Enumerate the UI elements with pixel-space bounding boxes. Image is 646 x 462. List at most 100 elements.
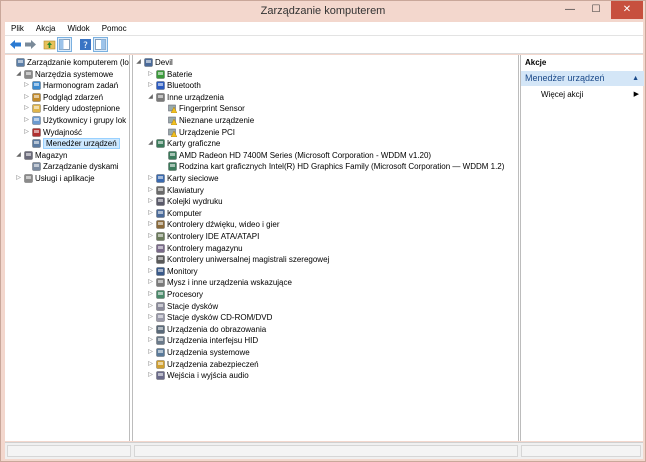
device-tree-pane[interactable]: ◢ Devil ▷ Baterie ▷ Bluetooth ◢ Inne urządzenia…	[132, 55, 519, 441]
folder-up-icon[interactable]	[43, 38, 56, 51]
performance-icon	[32, 127, 41, 137]
computer-management-icon	[16, 58, 25, 67]
more-actions-item[interactable]: Więcej akcji ▶	[521, 89, 644, 101]
tree-node-label: Urządzenia systemowe	[167, 348, 250, 357]
tree-node-label: Kontrolery magazynu	[167, 243, 243, 253]
disk-drive-icon	[156, 301, 165, 311]
expand-arrow-icon[interactable]: ▷	[23, 80, 30, 91]
expand-arrow-icon[interactable]: ▷	[147, 301, 154, 312]
sound-icon	[156, 220, 165, 230]
status-cell-right	[521, 445, 641, 457]
expand-arrow-icon[interactable]: ▷	[147, 312, 154, 323]
close-button[interactable]: ✕	[611, 1, 643, 19]
tree-node-label: Fingerprint Sensor	[179, 104, 245, 114]
warning-device-icon	[168, 128, 178, 137]
menu-action[interactable]: Akcja	[30, 22, 62, 35]
shared-folder-icon	[32, 104, 41, 114]
tree-node-label: Urządzenia do obrazowania	[167, 324, 267, 334]
navigation-tree-pane[interactable]: Zarządzanie komputerem (loka ◢ Narzędzia s…	[5, 55, 130, 441]
title-bar: Zarządzanie komputerem — ☐ ✕	[1, 1, 645, 22]
tree-node-label: Użytkownicy i grupy lok	[43, 116, 127, 125]
services-icon	[24, 174, 33, 183]
tree-node-label: Monitory	[167, 266, 198, 276]
tree-node-label: Kontrolery uniwersalnej magistrali szere…	[167, 255, 330, 265]
svg-text:?: ?	[83, 41, 88, 51]
tree-node-label: Stacje dysków	[167, 301, 219, 311]
expand-arrow-icon[interactable]: ▷	[147, 196, 154, 207]
expand-arrow-icon[interactable]: ▷	[15, 173, 22, 184]
event-viewer-icon	[32, 93, 41, 102]
expand-arrow-icon[interactable]: ▷	[147, 277, 154, 288]
collapse-caret-icon[interactable]: ▲	[632, 71, 639, 86]
expand-arrow-icon[interactable]: ▷	[147, 173, 154, 184]
expand-arrow-icon[interactable]: ▷	[147, 80, 154, 91]
keyboard-icon	[156, 185, 165, 195]
expand-arrow-icon[interactable]: ▷	[147, 335, 154, 346]
maximize-button[interactable]: ☐	[583, 1, 609, 19]
tree-node-label: Procesory	[167, 290, 204, 299]
tree-node-label: Karty graficzne	[167, 139, 221, 149]
expand-arrow-icon[interactable]: ▷	[147, 359, 154, 370]
toolbar: ?	[5, 36, 643, 54]
collapse-arrow-icon[interactable]: ◢	[147, 92, 154, 103]
submenu-arrow-icon: ▶	[633, 91, 639, 98]
menu-file[interactable]: Plik	[5, 22, 30, 35]
tree-node-label: Wejścia i wyjścia audio	[167, 371, 249, 381]
computer-icon	[156, 209, 165, 218]
expand-arrow-icon[interactable]: ▷	[147, 254, 154, 265]
tree-node-label: Rodzina kart graficznych Intel(R) HD Gra…	[179, 162, 505, 172]
tree-node-label: Inne urządzenia	[167, 92, 224, 102]
tree-node-label: Komputer	[167, 208, 202, 218]
forward-arrow-icon[interactable]	[24, 38, 37, 51]
expand-arrow-icon[interactable]: ▷	[147, 324, 154, 335]
expand-arrow-icon[interactable]: ▷	[23, 103, 30, 114]
collapse-arrow-icon[interactable]: ◢	[135, 57, 142, 68]
tree-node-label: Kontrolery IDE ATA/ATAPI	[167, 232, 260, 241]
expand-arrow-icon[interactable]: ▷	[23, 127, 30, 138]
expand-arrow-icon[interactable]: ▷	[147, 231, 154, 242]
expand-arrow-icon[interactable]: ▷	[147, 185, 154, 196]
computer-icon	[144, 58, 153, 67]
collapse-arrow-icon[interactable]: ◢	[15, 69, 22, 80]
expand-arrow-icon[interactable]: ▷	[147, 219, 154, 230]
expand-arrow-icon[interactable]: ▷	[147, 347, 154, 358]
processor-icon	[156, 290, 165, 299]
expand-arrow-icon[interactable]: ▷	[23, 115, 30, 126]
expand-arrow-icon[interactable]: ▷	[147, 208, 154, 219]
app-window: Zarządzanie komputerem — ☐ ✕ Plik Akcja Wi…	[0, 0, 646, 462]
expand-arrow-icon[interactable]: ▷	[23, 92, 30, 103]
collapse-arrow-icon[interactable]: ◢	[15, 150, 22, 161]
menu-view[interactable]: Widok	[61, 22, 95, 35]
window-title: Zarządzanie komputerem	[260, 5, 386, 17]
main-content: Zarządzanie komputerem (loka ◢ Narzędzia s…	[5, 55, 644, 441]
device-manager-icon	[32, 139, 41, 148]
help-icon[interactable]: ?	[79, 38, 92, 51]
other-devices-icon	[156, 93, 165, 102]
bluetooth-icon	[156, 81, 165, 90]
clock-icon	[32, 81, 41, 90]
actions-section-device-manager[interactable]: Menedżer urządzeń ▲	[521, 71, 644, 86]
expand-arrow-icon[interactable]: ▷	[147, 370, 154, 381]
properties-icon[interactable]	[93, 37, 108, 52]
tree-node-label: Podgląd zdarzeń	[43, 92, 104, 102]
expand-arrow-icon[interactable]: ▷	[147, 69, 154, 80]
actions-header: Akcje	[525, 58, 547, 67]
tree-node-label: Mysz i inne urządzenia wskazujące	[167, 278, 292, 288]
actions-section-label: Menedżer urządzeń	[525, 73, 605, 83]
expand-arrow-icon[interactable]: ▷	[147, 243, 154, 254]
tree-node-label: Klawiatury	[167, 185, 204, 195]
show-tree-icon[interactable]	[57, 37, 72, 52]
tree-node-label: Bluetooth	[167, 81, 201, 91]
expand-arrow-icon[interactable]: ▷	[147, 289, 154, 300]
status-bar	[5, 442, 643, 459]
hid-icon	[156, 336, 165, 346]
expand-arrow-icon[interactable]: ▷	[147, 266, 154, 277]
back-arrow-icon[interactable]	[9, 38, 22, 51]
collapse-arrow-icon[interactable]: ◢	[147, 138, 154, 149]
system-devices-icon	[156, 348, 165, 357]
display-adapter-icon	[156, 139, 165, 148]
minimize-button[interactable]: —	[557, 1, 583, 19]
menu-help[interactable]: Pomoc	[96, 22, 133, 35]
menu-bar: Plik Akcja Widok Pomoc	[5, 22, 643, 36]
security-device-icon	[156, 359, 165, 369]
